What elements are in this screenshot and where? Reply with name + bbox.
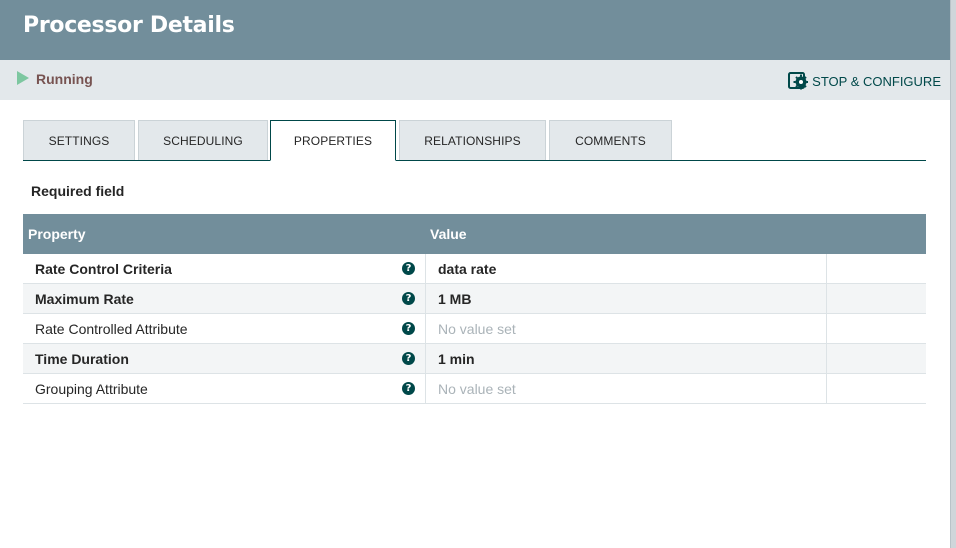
table-row[interactable]: Grouping Attribute ? No value set — [23, 374, 926, 404]
required-field-label: Required field — [31, 183, 125, 199]
run-status-label: Running — [36, 71, 93, 87]
property-value: No value set — [438, 381, 516, 397]
property-name: Rate Controlled Attribute — [35, 321, 188, 337]
tab-relationships[interactable]: RELATIONSHIPS — [399, 120, 546, 160]
column-header-value[interactable]: Value — [430, 226, 467, 242]
table-row[interactable]: Rate Controlled Attribute ? No value set — [23, 314, 926, 344]
actions-cell — [827, 284, 926, 313]
help-icon[interactable]: ? — [402, 382, 415, 395]
gear-icon — [788, 72, 809, 90]
property-name: Time Duration — [35, 351, 129, 367]
properties-table: Property Value Rate Control Criteria ? d… — [23, 214, 926, 404]
actions-cell — [827, 314, 926, 343]
help-icon[interactable]: ? — [402, 352, 415, 365]
property-value: data rate — [438, 261, 497, 277]
tab-scheduling[interactable]: SCHEDULING — [138, 120, 268, 160]
property-cell: Rate Control Criteria ? — [23, 254, 426, 283]
property-value: No value set — [438, 321, 516, 337]
value-cell[interactable]: No value set — [426, 314, 827, 343]
property-name: Grouping Attribute — [35, 381, 148, 397]
actions-cell — [827, 344, 926, 373]
dialog-title: Processor Details — [23, 13, 235, 38]
actions-cell — [827, 254, 926, 283]
actions-cell — [827, 374, 926, 403]
property-cell: Time Duration ? — [23, 344, 426, 373]
status-bar: Running STOP & CONFIGURE — [0, 60, 950, 100]
property-cell: Maximum Rate ? — [23, 284, 426, 313]
value-cell[interactable]: No value set — [426, 374, 827, 403]
property-value: 1 MB — [438, 291, 472, 307]
background-page-edge — [950, 0, 956, 548]
tab-settings[interactable]: SETTINGS — [23, 120, 135, 160]
table-row[interactable]: Rate Control Criteria ? data rate — [23, 254, 926, 284]
value-cell[interactable]: 1 MB — [426, 284, 827, 313]
table-header: Property Value — [23, 214, 926, 254]
help-icon[interactable]: ? — [402, 292, 415, 305]
column-header-property[interactable]: Property — [28, 226, 86, 242]
help-icon[interactable]: ? — [402, 322, 415, 335]
value-cell[interactable]: data rate — [426, 254, 827, 283]
dialog-header: Processor Details — [0, 0, 950, 60]
processor-details-dialog: Processor Details Running STOP & CONFIGU… — [0, 0, 950, 548]
table-row[interactable]: Time Duration ? 1 min — [23, 344, 926, 374]
help-icon[interactable]: ? — [402, 262, 415, 275]
stop-configure-label: STOP & CONFIGURE — [812, 73, 941, 89]
property-cell: Grouping Attribute ? — [23, 374, 426, 403]
tab-properties[interactable]: PROPERTIES — [270, 120, 396, 161]
property-value: 1 min — [438, 351, 475, 367]
property-cell: Rate Controlled Attribute ? — [23, 314, 426, 343]
value-cell[interactable]: 1 min — [426, 344, 827, 373]
table-row[interactable]: Maximum Rate ? 1 MB — [23, 284, 926, 314]
property-name: Rate Control Criteria — [35, 261, 172, 277]
property-name: Maximum Rate — [35, 291, 134, 307]
stop-configure-button[interactable]: STOP & CONFIGURE — [788, 72, 941, 90]
tab-comments[interactable]: COMMENTS — [549, 120, 672, 160]
tab-bar: SETTINGS SCHEDULING PROPERTIES RELATIONS… — [23, 120, 926, 161]
play-icon — [17, 71, 29, 85]
